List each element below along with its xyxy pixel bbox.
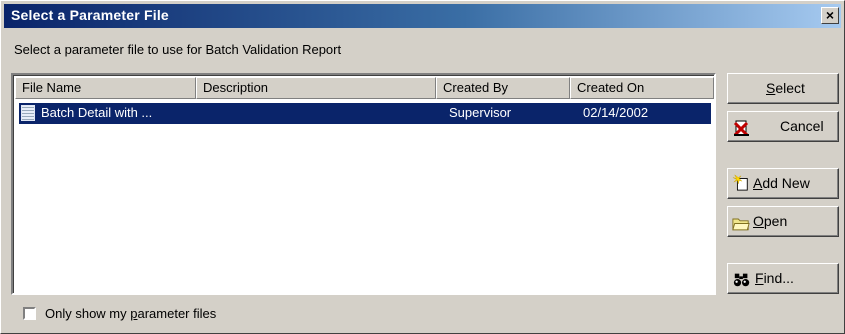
only-my-files-mnemonic: p [130,306,138,321]
select-button[interactable]: Select [727,73,839,104]
cancel-button-label: Cancel [780,118,824,134]
add-new-button-label: Add New [753,175,810,191]
dialog-prompt: Select a parameter file to use for Batch… [14,42,342,57]
column-header-file-name[interactable]: File Name [15,77,196,99]
open-label-rest: pen [763,213,788,229]
close-icon: × [825,7,835,23]
close-button[interactable]: × [821,7,839,24]
column-header-created-by[interactable]: Created By [436,77,570,99]
cancel-icon [733,120,749,137]
only-my-files-label[interactable]: Only show my parameter files [45,306,216,321]
column-header-description[interactable]: Description [196,77,436,99]
find-button[interactable]: Find... [727,263,839,294]
open-button-label: Open [753,213,787,229]
only-my-files-checkbox[interactable] [23,307,36,320]
select-mnemonic: S [766,80,776,96]
select-label-rest: elect [775,80,805,96]
binoculars-icon [733,273,750,287]
column-header-created-on[interactable]: Created On [570,77,714,99]
add-new-mnemonic: A [753,175,763,191]
cell-file-name: Batch Detail with ... [41,105,153,120]
add-new-label-rest: dd New [762,175,810,191]
new-document-icon [732,174,748,191]
select-parameter-file-dialog: Select a Parameter File × Select a param… [0,0,845,334]
document-icon [21,105,35,121]
list-row-batch-detail[interactable]: Batch Detail with ... Supervisor 02/14/2… [19,103,711,124]
parameter-file-list[interactable]: File Name Description Created By Created… [11,73,716,295]
cell-created-on: 02/14/2002 [583,105,649,120]
cell-created-by: Supervisor [449,105,512,120]
open-folder-icon [732,218,750,231]
cancel-button[interactable]: Cancel [727,111,839,142]
find-label-rest: ind... [763,270,794,286]
dialog-title: Select a Parameter File [11,7,169,23]
open-mnemonic: O [753,213,764,229]
open-button[interactable]: Open [727,206,839,237]
add-new-button[interactable]: Add New [727,168,839,199]
select-button-label: Select [766,80,805,96]
find-mnemonic: F [755,270,764,286]
find-button-label: Find... [755,270,794,286]
title-bar[interactable]: Select a Parameter File × [4,4,841,28]
